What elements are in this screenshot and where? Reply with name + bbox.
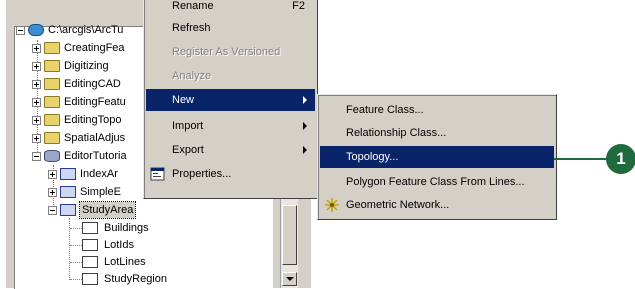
polygon-feature-class-icon [82,273,98,285]
feature-dataset-icon [60,168,76,180]
properties-icon [150,166,166,182]
submenu-item-topology[interactable]: Topology... [320,146,554,168]
tree-node-label: EditingCAD [64,78,121,90]
feature-dataset-icon [60,186,76,198]
expand-icon[interactable] [32,80,41,89]
tree-node-label: LotIds [104,239,134,251]
folder-icon [44,96,60,108]
scroll-thumb[interactable] [282,205,297,265]
expand-icon[interactable] [48,170,57,179]
expand-icon[interactable] [32,62,41,71]
tree-node-label: IndexAr [80,168,118,180]
folder-icon [44,42,60,54]
submenu-arrow-icon [303,96,307,104]
line-feature-class-icon [82,256,98,268]
submenu-item-polygon-from-lines[interactable]: Polygon Feature Class From Lines... [320,171,554,193]
menu-item-analyze: Analyze [172,70,212,82]
tree-node-label: StudyRegion [104,273,167,285]
database-connection-icon [28,24,44,36]
menu-item-rename[interactable]: Rename F2 [146,0,315,17]
shortcut-label: F2 [292,0,305,12]
tree-node-label: EditorTutoria [64,150,127,162]
submenu-arrow-icon [303,122,307,130]
feature-dataset-icon [60,204,76,216]
polygon-feature-class-icon [82,222,98,234]
step-callout-badge: 1 [606,144,635,174]
tree-node-label: EditingFeatu [64,96,126,108]
tree-node-label: SimpleE [80,186,121,198]
expand-icon[interactable] [32,98,41,107]
expand-icon[interactable] [32,44,41,53]
collapse-icon[interactable] [16,26,25,35]
tree-node-label: Digitizing [64,60,109,72]
tree-node-label: C:\arcgis\ArcTu [48,24,124,36]
menu-item-properties[interactable]: Properties... [146,163,315,185]
tree-node-label: LotLines [104,256,146,268]
annotation-feature-class-icon [82,239,98,251]
tree-node-label: Buildings [104,222,149,234]
tree-node-label: EditingTopo [64,114,122,126]
folder-icon [44,114,60,126]
geometric-network-icon [324,197,340,213]
new-submenu: Feature Class... Relationship Class... T… [317,94,557,220]
expand-icon[interactable] [48,188,57,197]
tree-node-label: SpatialAdjus [64,132,126,144]
submenu-arrow-icon [303,146,307,154]
expand-icon[interactable] [32,134,41,143]
menu-item-register-as-versioned: Register As Versioned [172,46,281,58]
menu-item-new[interactable]: New [146,89,315,111]
context-menu: Rename F2 Refresh Register As Versioned … [143,0,318,199]
menu-item-import[interactable]: Import [146,115,315,137]
menu-item-export[interactable]: Export [146,139,315,161]
submenu-item-relationship-class[interactable]: Relationship Class... [320,122,554,144]
collapse-icon[interactable] [48,206,57,215]
tree-node-label: StudyArea [78,201,137,219]
menu-item-refresh[interactable]: Refresh [146,17,315,39]
collapse-icon[interactable] [32,152,41,161]
submenu-item-geometric-network[interactable]: Geometric Network... [320,194,554,216]
folder-icon [44,60,60,72]
catalog-window: C:\arcgis\ArcTu CreatingFea Digitizing E… [0,0,635,289]
geodatabase-icon [44,150,60,162]
scroll-down-button[interactable] [282,272,297,286]
folder-icon [44,132,60,144]
folder-icon [44,78,60,90]
tree-node-label: CreatingFea [64,42,125,54]
submenu-item-feature-class[interactable]: Feature Class... [320,99,554,121]
expand-icon[interactable] [32,116,41,125]
